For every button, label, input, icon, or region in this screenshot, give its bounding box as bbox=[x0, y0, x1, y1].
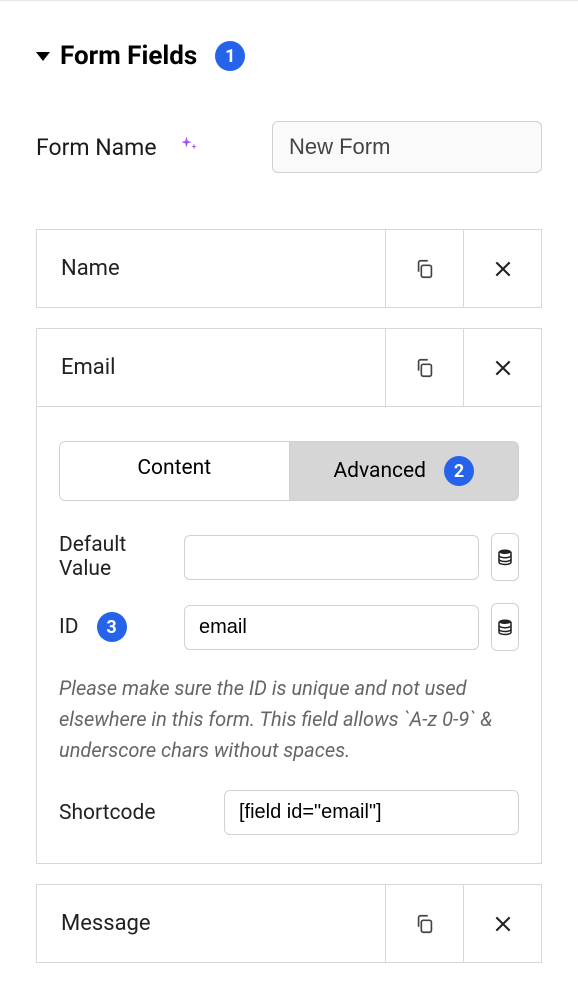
default-value-row: Default Value bbox=[59, 533, 519, 581]
form-name-label: Form Name bbox=[36, 134, 157, 161]
shortcode-row: Shortcode bbox=[59, 790, 519, 835]
copy-icon bbox=[414, 258, 436, 280]
field-label[interactable]: Email bbox=[37, 329, 385, 406]
field-expanded-body: Content Advanced 2 Default Value bbox=[37, 406, 541, 863]
default-value-label: Default Value bbox=[59, 533, 172, 581]
database-icon bbox=[496, 618, 514, 636]
remove-button[interactable] bbox=[463, 230, 541, 307]
id-row: ID 3 bbox=[59, 603, 519, 651]
field-item-email: Email Content Advanced 2 bbox=[36, 328, 542, 864]
shortcode-label: Shortcode bbox=[59, 801, 212, 825]
caret-down-icon bbox=[36, 52, 50, 61]
id-hint-text: Please make sure the ID is unique and no… bbox=[59, 673, 519, 766]
annotation-badge-1: 1 bbox=[215, 41, 245, 71]
annotation-badge-3: 3 bbox=[97, 612, 127, 642]
form-name-row: Form Name bbox=[36, 121, 542, 173]
copy-button[interactable] bbox=[385, 885, 463, 962]
section-title: Form Fields bbox=[60, 41, 197, 71]
default-value-input[interactable] bbox=[184, 535, 479, 580]
close-icon bbox=[493, 259, 513, 279]
sparkle-icon[interactable] bbox=[179, 135, 199, 160]
section-header[interactable]: Form Fields 1 bbox=[36, 41, 542, 71]
tab-content[interactable]: Content bbox=[59, 441, 290, 501]
id-label: ID 3 bbox=[59, 612, 172, 642]
field-item-name: Name bbox=[36, 229, 542, 308]
dynamic-tags-button[interactable] bbox=[491, 603, 519, 651]
field-item-message: Message bbox=[36, 884, 542, 963]
form-name-input[interactable] bbox=[272, 121, 542, 173]
field-label[interactable]: Name bbox=[37, 230, 385, 307]
close-icon bbox=[493, 914, 513, 934]
copy-button[interactable] bbox=[385, 230, 463, 307]
close-icon bbox=[493, 358, 513, 378]
copy-button[interactable] bbox=[385, 329, 463, 406]
copy-icon bbox=[414, 913, 436, 935]
id-input[interactable] bbox=[184, 605, 479, 650]
shortcode-input[interactable] bbox=[224, 790, 519, 835]
tabs: Content Advanced 2 bbox=[59, 441, 519, 501]
remove-button[interactable] bbox=[463, 329, 541, 406]
id-label-text: ID bbox=[59, 615, 79, 639]
top-divider bbox=[0, 0, 578, 1]
remove-button[interactable] bbox=[463, 885, 541, 962]
tab-advanced-label: Advanced bbox=[333, 459, 426, 483]
field-label[interactable]: Message bbox=[37, 885, 385, 962]
dynamic-tags-button[interactable] bbox=[491, 533, 519, 581]
copy-icon bbox=[414, 357, 436, 379]
database-icon bbox=[496, 548, 514, 566]
annotation-badge-2: 2 bbox=[444, 456, 474, 486]
tab-advanced[interactable]: Advanced 2 bbox=[290, 441, 520, 501]
